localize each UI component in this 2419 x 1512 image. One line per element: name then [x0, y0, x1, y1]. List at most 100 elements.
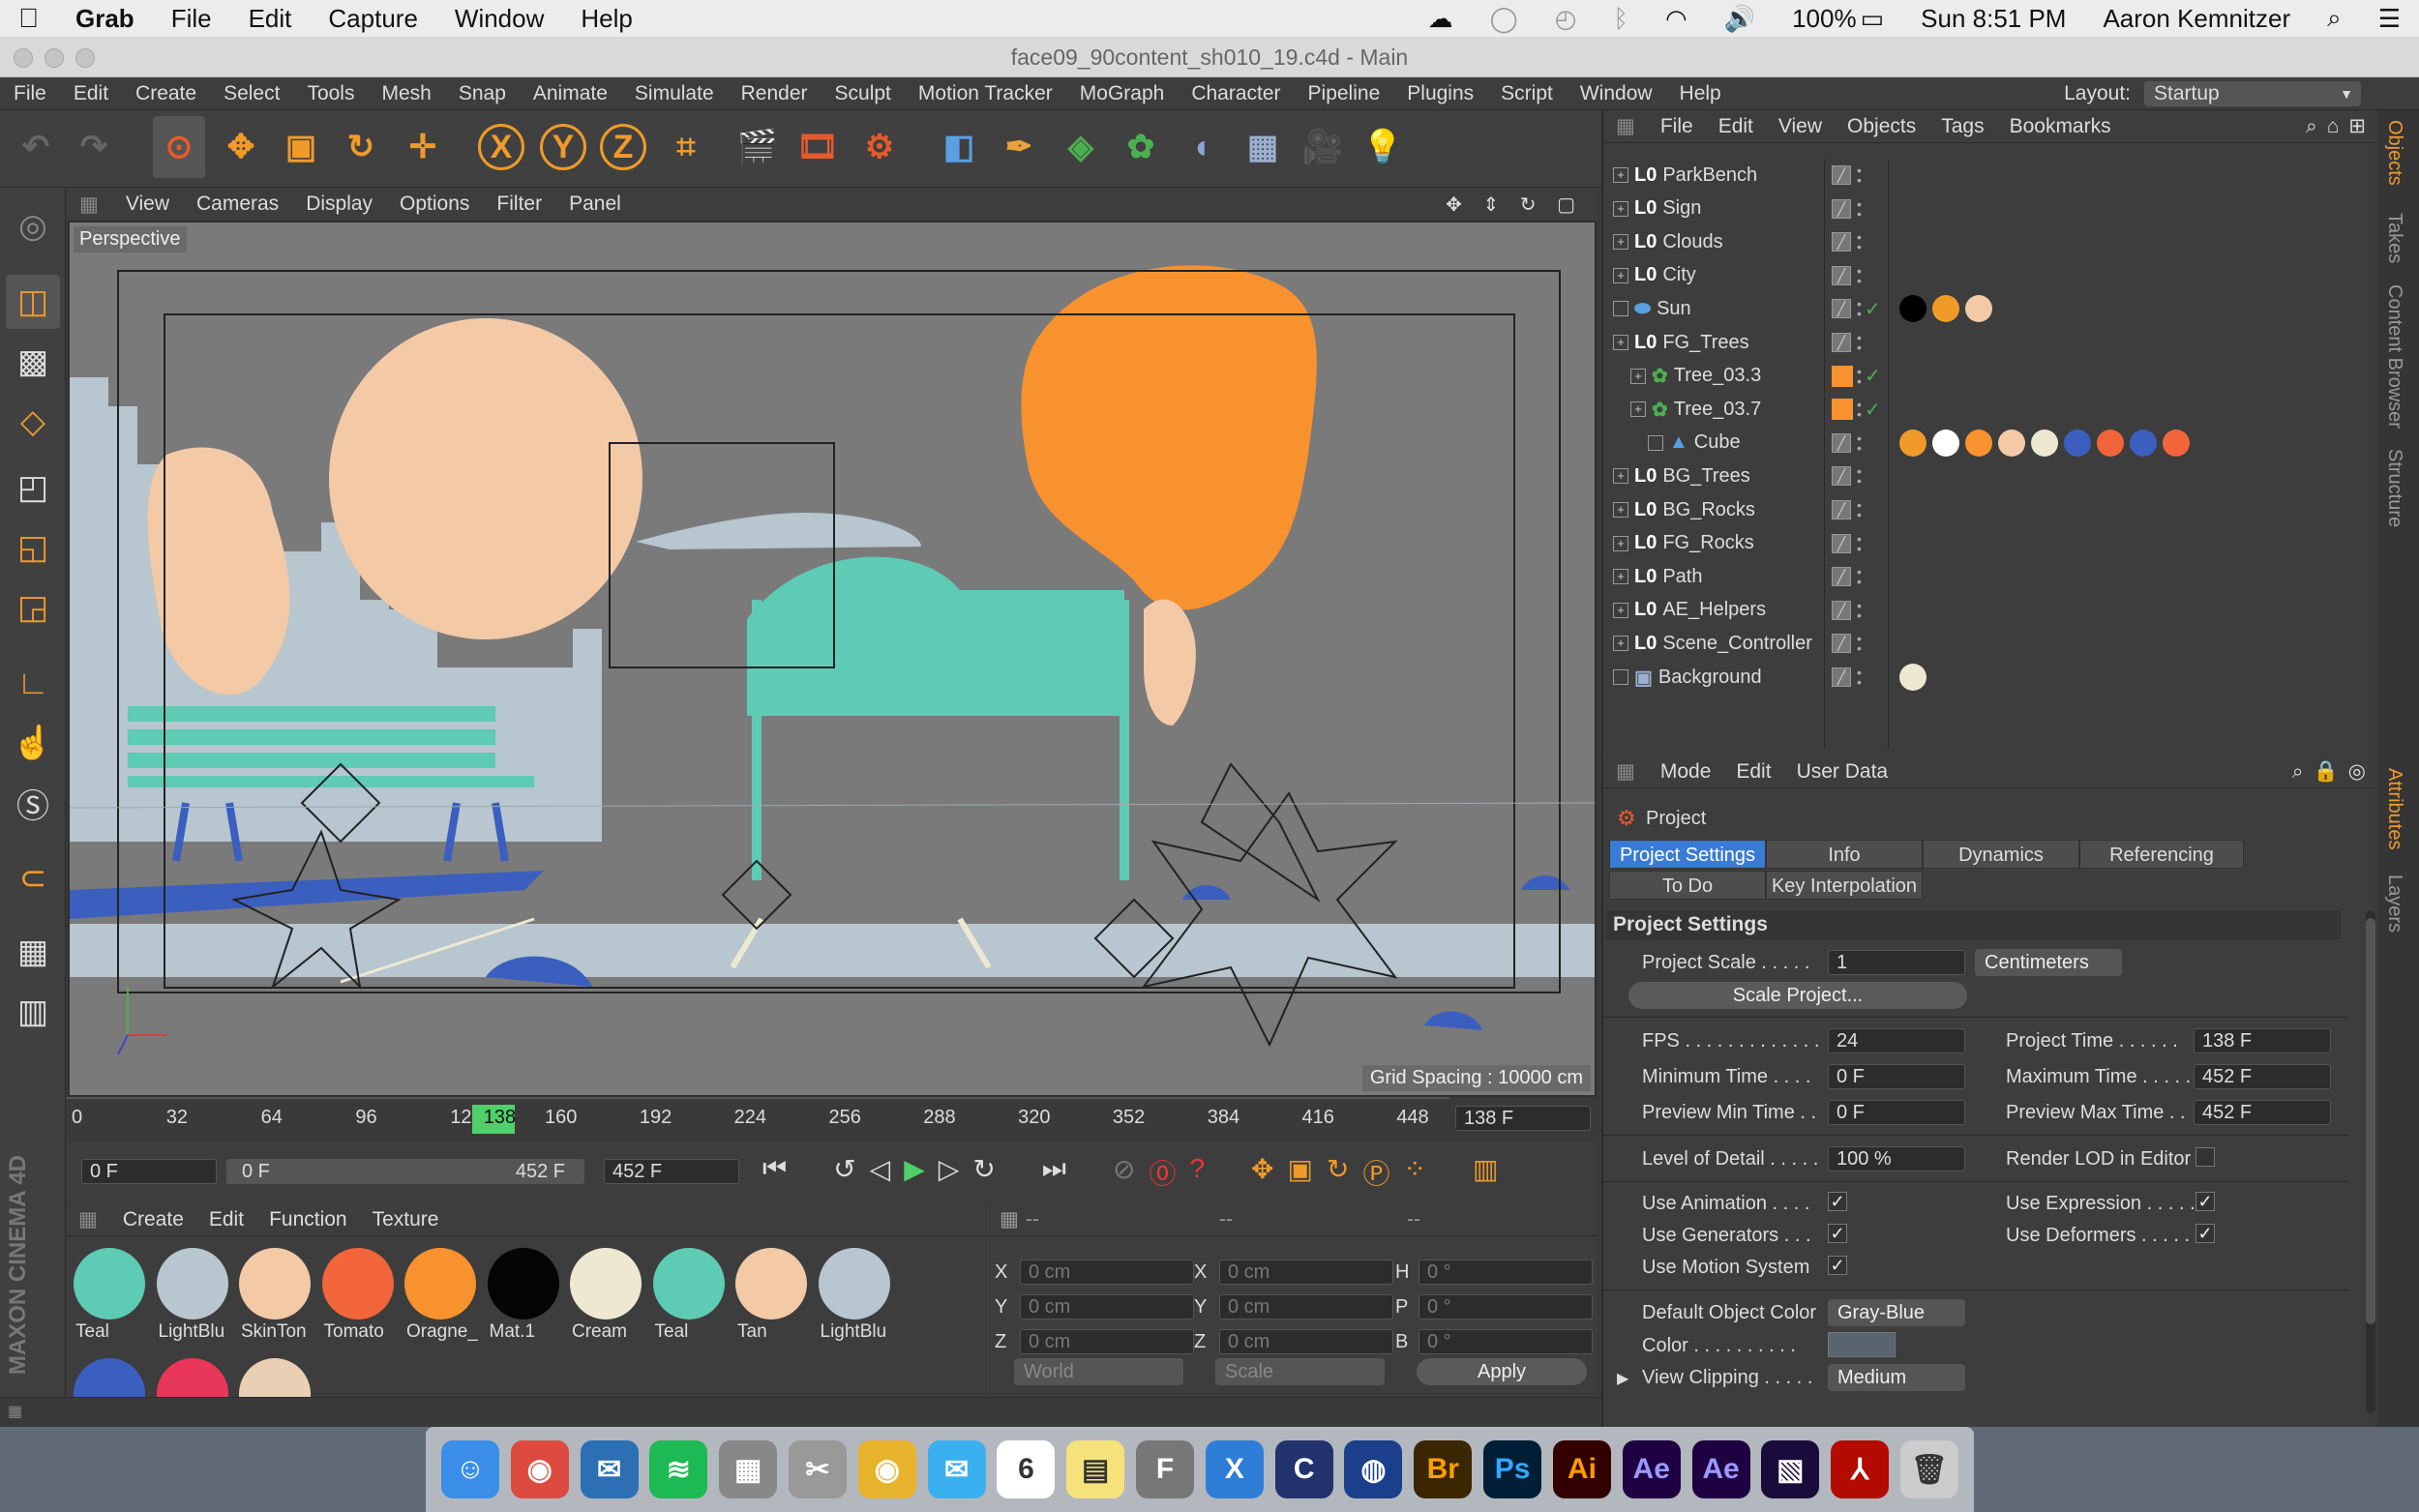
object-name[interactable]: BG_Rocks	[1662, 499, 1755, 521]
expand-toggle-icon[interactable]: +	[1613, 335, 1628, 350]
drag-handle-icon[interactable]: ▦	[66, 193, 112, 217]
object-row-bg-rocks[interactable]: + L0 BG_Rocks ╱ • •	[1603, 493, 2358, 526]
menu-mesh[interactable]: Mesh	[368, 82, 444, 105]
expand-toggle-icon[interactable]: +	[1630, 368, 1646, 384]
tab-project-settings[interactable]: Project Settings	[1609, 840, 1766, 869]
after-effects-2-icon[interactable]: Ae	[1691, 1440, 1750, 1498]
object-row-path[interactable]: + L0 Path ╱ • •	[1603, 560, 2358, 593]
material-lightblu[interactable]: LightBlu	[155, 1246, 230, 1354]
cube-primitive-icon[interactable]: ◧	[933, 116, 985, 178]
drag-handle-icon[interactable]: ▦	[8, 1402, 22, 1421]
object-row-sign[interactable]: + L0 Sign ╱ • •	[1603, 193, 2358, 225]
polygons-mode-icon[interactable]: ◲	[6, 580, 60, 635]
attr-scroll-thumb[interactable]	[2366, 918, 2375, 1324]
pos-y-field[interactable]: 0 cm	[1020, 1294, 1194, 1319]
tab-dynamics[interactable]: Dynamics	[1923, 840, 2079, 869]
object-name[interactable]: BG_Trees	[1662, 465, 1749, 488]
visibility-toggle-icon[interactable]: ╱	[1832, 634, 1851, 654]
object-name[interactable]: Tree_03.7	[1674, 399, 1761, 421]
preview-min-field[interactable]: 0 F	[1828, 1100, 1965, 1125]
transform-tool-icon[interactable]: ✛	[397, 116, 449, 178]
rotate-tool-icon[interactable]: ↻	[335, 116, 387, 178]
expand-toggle-icon[interactable]	[1613, 669, 1628, 685]
material-oragne-[interactable]: Oragne_	[403, 1246, 478, 1354]
axis-y-lock[interactable]: Y	[540, 124, 586, 170]
battery-percent[interactable]: 100%	[1774, 4, 1861, 34]
menu-create[interactable]: Create	[122, 82, 210, 105]
planar-workplane-icon[interactable]: ▥	[6, 985, 60, 1039]
notification-center-icon[interactable]: ☰	[2360, 4, 2419, 34]
snap-icon[interactable]: ⊂	[6, 851, 60, 905]
render-dots-icon[interactable]: • •	[1857, 163, 1862, 187]
vp-menu-view[interactable]: View	[112, 193, 183, 216]
min-time-field[interactable]: 0 F	[1828, 1064, 1965, 1089]
go-to-start-icon[interactable]: ⏮	[762, 1153, 787, 1192]
current-frame-field[interactable]: 138 F	[1455, 1106, 1591, 1131]
menu-motion-tracker[interactable]: Motion Tracker	[905, 82, 1066, 105]
camera-icon[interactable]: 🎥	[1297, 116, 1349, 178]
object-name[interactable]: City	[1662, 264, 1695, 286]
expand-arrow-icon[interactable]: ▶	[1617, 1369, 1628, 1388]
menu-simulate[interactable]: Simulate	[621, 82, 728, 105]
object-row-sun[interactable]: ⬬ Sun ╱ • • ✓	[1603, 292, 2358, 325]
render-dots-icon[interactable]: • •	[1857, 264, 1862, 287]
acrobat-icon[interactable]: ⅄	[1831, 1440, 1890, 1498]
search-icon[interactable]: ⌕	[2306, 115, 2327, 138]
visibility-toggle-icon[interactable]: ╱	[1832, 232, 1851, 252]
object-name[interactable]: Scene_Controller	[1662, 633, 1812, 655]
move-tool-icon[interactable]: ✥	[215, 116, 267, 178]
object-row-ae-helpers[interactable]: + L0 AE_Helpers ╱ • •	[1603, 594, 2358, 627]
time-machine-icon[interactable]: ◴	[1537, 4, 1596, 34]
object-name[interactable]: Sun	[1657, 298, 1691, 320]
object-row-scene-controller[interactable]: + L0 Scene_Controller ╱ • •	[1603, 627, 2358, 660]
project-scale-field[interactable]: 1	[1828, 950, 1965, 975]
material-tag-icon[interactable]	[1965, 429, 1992, 457]
menu-edit[interactable]: Edit	[60, 82, 122, 105]
photoshop-icon[interactable]: Ps	[1483, 1440, 1542, 1498]
mac-menu-file[interactable]: File	[153, 4, 230, 34]
material-tag-icon[interactable]	[1932, 429, 1959, 457]
side-tab-structure[interactable]: Structure	[2383, 449, 2405, 527]
obj-menu-bookmarks[interactable]: Bookmarks	[1997, 115, 2124, 138]
material-tag-icon[interactable]	[2064, 429, 2091, 457]
axis-x-lock[interactable]: X	[478, 124, 524, 170]
visibility-toggle-icon[interactable]: ╱	[1832, 432, 1851, 453]
fontbook-icon[interactable]: F	[1136, 1440, 1195, 1498]
calculator-icon[interactable]: ▦	[719, 1440, 778, 1498]
lod-field[interactable]: 100 %	[1828, 1146, 1965, 1171]
side-tab-objects[interactable]: Objects	[2383, 120, 2405, 197]
tab-key-interpolation[interactable]: Key Interpolation	[1766, 871, 1923, 900]
visibility-toggle-icon[interactable]: ╱	[1832, 165, 1851, 185]
prev-frame-icon[interactable]: ◁	[870, 1153, 891, 1192]
enabled-check-icon[interactable]: ✓	[1865, 398, 1881, 422]
enabled-check-icon[interactable]: ✓	[1865, 364, 1881, 388]
illustrator-icon[interactable]: Ai	[1552, 1440, 1611, 1498]
object-row-fg-rocks[interactable]: + L0 FG_Rocks ╱ • •	[1603, 527, 2358, 560]
coord-space-dropdown[interactable]: World	[1014, 1358, 1183, 1385]
side-tab-content-browser[interactable]: Content Browser	[2383, 284, 2405, 429]
grab-icon[interactable]: ✂	[788, 1440, 847, 1498]
key-rotation-icon[interactable]: ↻	[1327, 1153, 1349, 1192]
side-tab-attributes[interactable]: Attributes	[2383, 768, 2405, 849]
workplane-lock-icon[interactable]: ▦	[6, 925, 60, 979]
object-row-bg-trees[interactable]: + L0 BG_Trees ╱ • •	[1603, 460, 2358, 492]
coordinate-system-icon[interactable]: ⌗	[660, 116, 712, 178]
vp-menu-options[interactable]: Options	[386, 193, 483, 216]
thunderbird-icon[interactable]: ✉	[580, 1440, 639, 1498]
app-menu-grab[interactable]: Grab	[57, 4, 153, 34]
record-off-icon[interactable]: ⊘	[1113, 1153, 1135, 1192]
scene-render[interactable]	[70, 222, 1595, 1095]
messages-status-icon[interactable]: ◯	[1472, 4, 1537, 34]
object-name[interactable]: Sign	[1662, 197, 1701, 220]
rot-b-field[interactable]: 0 °	[1419, 1329, 1593, 1354]
zoom-window-button[interactable]	[75, 48, 95, 68]
rot-p-field[interactable]: 0 °	[1419, 1294, 1593, 1319]
render-lod-checkbox[interactable]	[2195, 1147, 2215, 1167]
tab-info[interactable]: Info	[1766, 840, 1923, 869]
vp-menu-panel[interactable]: Panel	[555, 193, 635, 216]
expand-toggle-icon[interactable]: +	[1613, 636, 1628, 652]
creative-cloud-icon[interactable]: ☁	[1410, 4, 1472, 34]
menu-script[interactable]: Script	[1487, 82, 1567, 105]
menu-file[interactable]: File	[0, 82, 60, 105]
material-preview[interactable]	[239, 1358, 311, 1397]
